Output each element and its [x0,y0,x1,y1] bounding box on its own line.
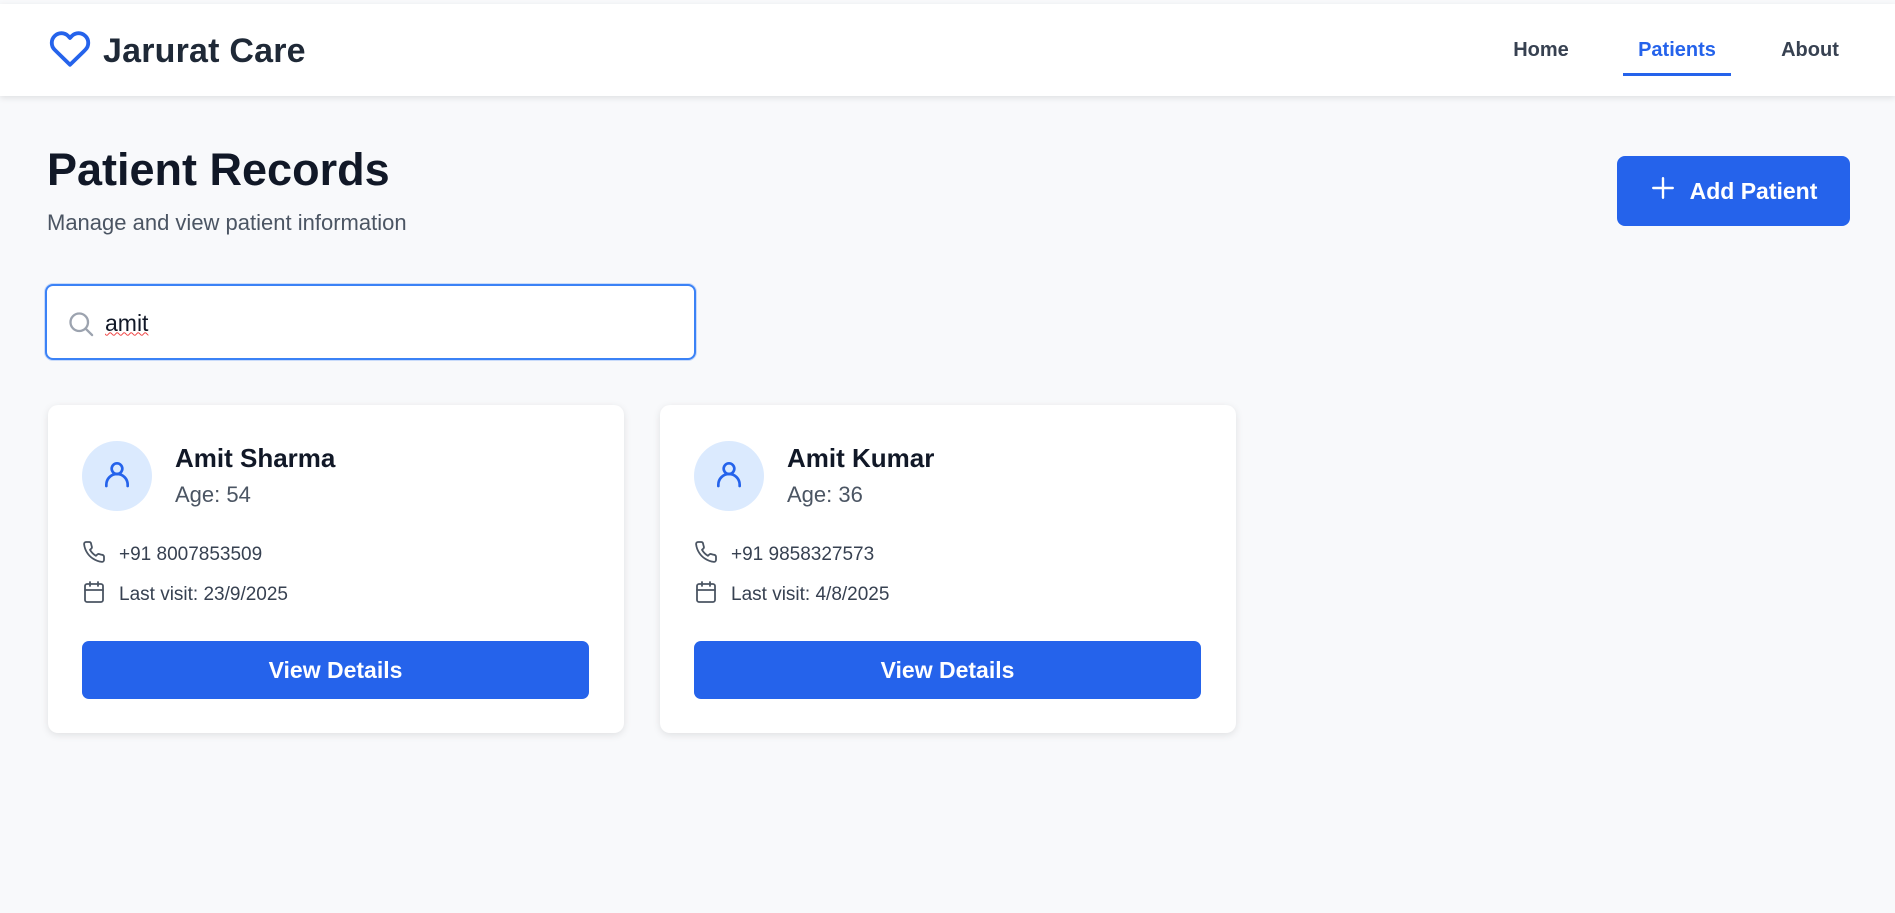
last-visit: Last visit: 23/9/2025 [119,584,288,605]
phone-number: +91 9858327573 [731,544,875,565]
patient-name: Amit Kumar [787,443,935,473]
phone-number: +91 8007853509 [119,544,263,565]
phone-icon [694,540,731,570]
phone-row: +91 9858327573 [694,540,874,570]
patient-age: Age: 36 [787,482,863,507]
heart-icon [47,28,93,75]
page-title: Patient Records [47,144,390,195]
search-box [45,284,696,360]
patient-name: Amit Sharma [175,443,336,473]
phone-row: +91 8007853509 [82,540,262,570]
avatar [694,441,764,511]
plus-icon [1650,175,1690,207]
nav-home[interactable]: Home [1491,4,1591,96]
view-details-button[interactable]: View Details [82,641,589,699]
calendar-icon [694,580,731,610]
calendar-icon [82,580,119,610]
user-icon [713,458,745,495]
user-icon [101,458,133,495]
brand-name: Jarurat Care [103,32,306,70]
page-subtitle: Manage and view patient information [47,210,407,235]
last-visit-row: Last visit: 23/9/2025 [82,580,288,610]
last-visit-row: Last visit: 4/8/2025 [694,580,889,610]
add-patient-label: Add Patient [1689,177,1818,204]
patient-card: Amit Kumar Age: 36 +91 9858327573 Last v… [660,405,1236,733]
search-input[interactable] [105,304,665,342]
phone-icon [82,540,119,570]
brand[interactable]: Jarurat Care [47,28,306,75]
nav-patients[interactable]: Patients [1623,4,1731,96]
add-patient-button[interactable]: Add Patient [1617,156,1850,226]
patient-card: Amit Sharma Age: 54 +91 8007853509 Last … [48,405,624,733]
last-visit: Last visit: 4/8/2025 [731,584,890,605]
avatar [82,441,152,511]
nav-about[interactable]: About [1755,4,1865,96]
top-navbar: Jarurat Care Home Patients About [0,4,1895,96]
patient-age: Age: 54 [175,482,251,507]
view-details-button[interactable]: View Details [694,641,1201,699]
